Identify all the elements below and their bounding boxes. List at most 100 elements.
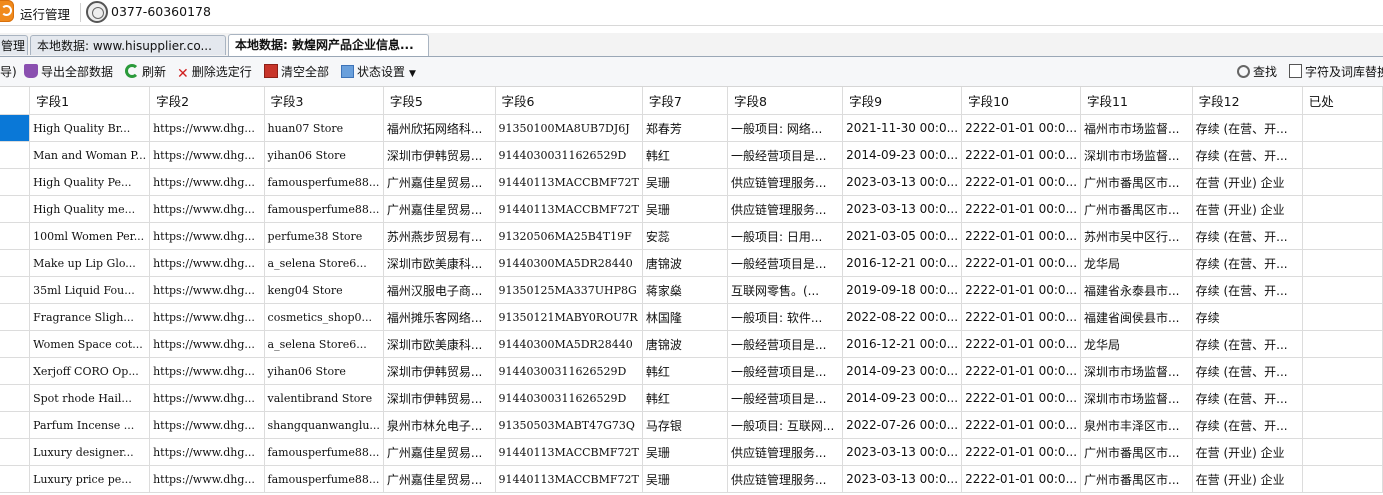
table-cell[interactable]: 林国隆 <box>642 303 728 331</box>
table-cell[interactable]: 供应链管理服务... <box>727 195 844 223</box>
table-cell[interactable]: 91440300MA5DR28440 <box>495 330 643 358</box>
table-cell[interactable]: 深圳市市场监督... <box>1080 384 1193 412</box>
table-cell[interactable]: 91350100MA8UB7DJ6J <box>495 114 643 142</box>
table-row[interactable]: Make up Lip Glo... https://www.dhg... a_se… <box>0 249 1383 277</box>
column-header[interactable]: 字段9 <box>842 87 963 115</box>
column-header[interactable]: 字段12 <box>1192 87 1303 115</box>
table-cell[interactable]: 2222-01-01 00:0... <box>961 465 1082 493</box>
table-row[interactable]: High Quality Pe... https://www.dhg... famo… <box>0 168 1383 196</box>
table-cell[interactable]: 2023-03-13 00:0... <box>842 195 963 223</box>
table-row[interactable]: 100ml Women Per... https://www.dhg... perf… <box>0 222 1383 250</box>
table-cell[interactable]: 2016-12-21 00:0... <box>842 249 963 277</box>
table-cell[interactable]: https://www.dhg... <box>149 249 265 277</box>
column-header[interactable]: 字段2 <box>149 87 265 115</box>
table-cell[interactable]: yihan06 Store <box>264 141 384 169</box>
table-cell[interactable]: 龙华局 <box>1080 330 1193 358</box>
table-cell[interactable]: 91440300311626529D <box>495 357 643 385</box>
table-cell[interactable]: 韩红 <box>642 384 728 412</box>
table-cell[interactable]: 供应链管理服务... <box>727 438 844 466</box>
table-cell[interactable]: 2222-01-01 00:0... <box>961 114 1082 142</box>
table-cell[interactable] <box>1302 438 1383 466</box>
table-cell[interactable]: https://www.dhg... <box>149 276 265 304</box>
table-cell[interactable]: 存续 (在营、开... <box>1192 276 1303 304</box>
table-cell[interactable]: 一般经营项目是... <box>727 249 844 277</box>
table-cell[interactable]: 一般经营项目是... <box>727 330 844 358</box>
table-cell[interactable]: shangquanwanglu... <box>264 411 384 439</box>
table-cell[interactable]: https://www.dhg... <box>149 303 265 331</box>
table-cell[interactable]: https://www.dhg... <box>149 141 265 169</box>
table-cell[interactable] <box>1302 357 1383 385</box>
table-row[interactable]: High Quality me... https://www.dhg... famo… <box>0 195 1383 223</box>
table-cell[interactable]: 2016-12-21 00:0... <box>842 330 963 358</box>
table-cell[interactable]: https://www.dhg... <box>149 357 265 385</box>
table-cell[interactable] <box>1302 303 1383 331</box>
table-cell[interactable]: Luxury price pe... <box>29 465 151 493</box>
table-cell[interactable]: 唐锦波 <box>642 330 728 358</box>
status-settings-button[interactable]: 状态设置 ▼ <box>341 63 416 80</box>
table-cell[interactable]: 91440113MACCBMF72T <box>495 168 643 196</box>
table-cell[interactable]: 2222-01-01 00:0... <box>961 357 1082 385</box>
table-cell[interactable]: 吴珊 <box>642 168 728 196</box>
table-cell[interactable]: 2222-01-01 00:0... <box>961 411 1082 439</box>
table-cell[interactable]: https://www.dhg... <box>149 222 265 250</box>
row-selector[interactable] <box>0 330 31 358</box>
table-cell[interactable]: 在营 (开业) 企业 <box>1192 195 1303 223</box>
refresh-button[interactable]: 刷新 <box>125 63 166 80</box>
table-cell[interactable]: 广州市番禺区市... <box>1080 195 1193 223</box>
table-cell[interactable]: 2222-01-01 00:0... <box>961 384 1082 412</box>
table-cell[interactable]: famousperfume88... <box>264 195 384 223</box>
row-selector[interactable] <box>0 465 31 493</box>
table-cell[interactable]: 一般经营项目是... <box>727 384 844 412</box>
table-cell[interactable]: 91320506MA25B4T19F <box>495 222 643 250</box>
table-cell[interactable]: https://www.dhg... <box>149 330 265 358</box>
table-cell[interactable]: High Quality Pe... <box>29 168 151 196</box>
table-cell[interactable]: 存续 (在营、开... <box>1192 357 1303 385</box>
table-cell[interactable]: famousperfume88... <box>264 438 384 466</box>
row-selector[interactable] <box>0 114 31 142</box>
table-cell[interactable]: 在营 (开业) 企业 <box>1192 168 1303 196</box>
row-selector[interactable] <box>0 222 31 250</box>
table-cell[interactable] <box>1302 222 1383 250</box>
table-cell[interactable]: 苏州燕步贸易有... <box>383 222 496 250</box>
table-cell[interactable]: Make up Lip Glo... <box>29 249 151 277</box>
table-row[interactable]: Parfum Incense ... https://www.dhg... shan… <box>0 411 1383 439</box>
row-selector[interactable] <box>0 276 31 304</box>
table-cell[interactable]: 2021-03-05 00:0... <box>842 222 963 250</box>
table-cell[interactable]: Parfum Incense ... <box>29 411 151 439</box>
table-cell[interactable] <box>1302 195 1383 223</box>
table-cell[interactable]: 2022-07-26 00:0... <box>842 411 963 439</box>
table-row[interactable]: 35ml Liquid Fou... https://www.dhg... keng… <box>0 276 1383 304</box>
table-cell[interactable]: 91440113MACCBMF72T <box>495 465 643 493</box>
table-cell[interactable]: 在营 (开业) 企业 <box>1192 438 1303 466</box>
table-cell[interactable]: 吴珊 <box>642 438 728 466</box>
table-cell[interactable]: 存续 (在营、开... <box>1192 141 1303 169</box>
table-cell[interactable]: 存续 (在营、开... <box>1192 249 1303 277</box>
table-cell[interactable]: 泉州市丰泽区市... <box>1080 411 1193 439</box>
table-cell[interactable] <box>1302 411 1383 439</box>
table-cell[interactable]: High Quality me... <box>29 195 151 223</box>
table-cell[interactable]: 蒋家燊 <box>642 276 728 304</box>
table-cell[interactable]: 福州摊乐客网络... <box>383 303 496 331</box>
table-cell[interactable]: 2222-01-01 00:0... <box>961 276 1082 304</box>
table-cell[interactable]: 2222-01-01 00:0... <box>961 168 1082 196</box>
table-cell[interactable]: Women Space cot... <box>29 330 151 358</box>
table-cell[interactable]: 福州市市场监督... <box>1080 114 1193 142</box>
column-header[interactable]: 字段6 <box>495 87 643 115</box>
import-button-partial[interactable]: 导) <box>0 63 17 80</box>
column-header[interactable]: 字段11 <box>1080 87 1193 115</box>
table-cell[interactable]: 广州市番禺区市... <box>1080 465 1193 493</box>
table-cell[interactable]: 存续 (在营、开... <box>1192 384 1303 412</box>
table-cell[interactable]: 深圳市欧美康科... <box>383 249 496 277</box>
table-cell[interactable]: 韩红 <box>642 357 728 385</box>
row-selector[interactable] <box>0 303 31 331</box>
table-cell[interactable]: 91350121MABY0ROU7R <box>495 303 643 331</box>
table-row[interactable]: High Quality Br... https://www.dhg... huan… <box>0 114 1383 142</box>
table-cell[interactable]: https://www.dhg... <box>149 438 265 466</box>
column-header[interactable]: 已处 <box>1302 87 1383 115</box>
table-cell[interactable]: famousperfume88... <box>264 168 384 196</box>
table-row[interactable]: Xerjoff CORO Op... https://www.dhg... yiha… <box>0 357 1383 385</box>
table-cell[interactable]: 深圳市市场监督... <box>1080 357 1193 385</box>
table-cell[interactable]: 2021-11-30 00:0... <box>842 114 963 142</box>
table-cell[interactable]: 2222-01-01 00:0... <box>961 222 1082 250</box>
table-cell[interactable] <box>1302 465 1383 493</box>
